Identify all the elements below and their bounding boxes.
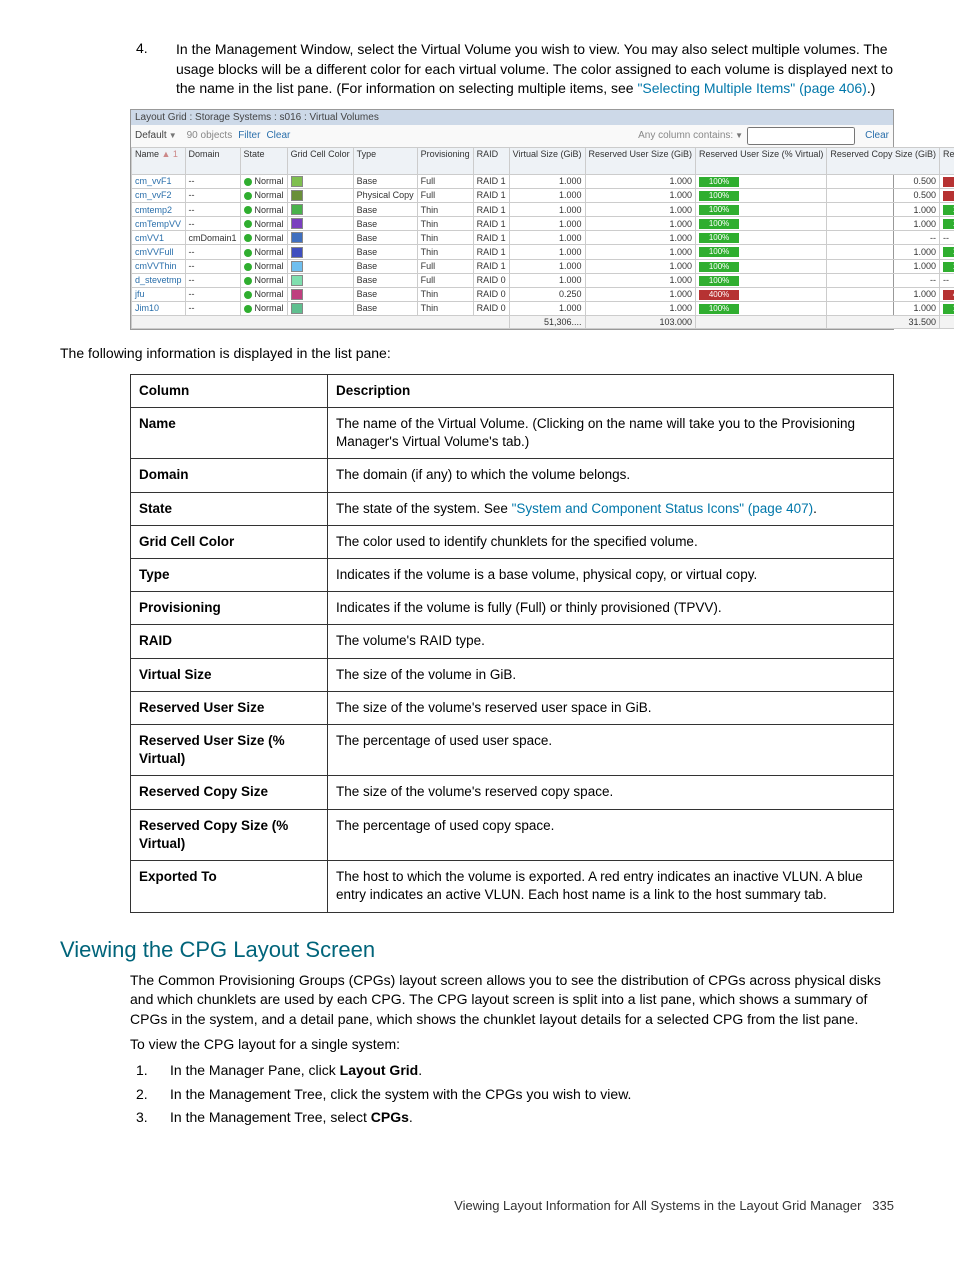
desc-row: Reserved User SizeThe size of the volume…	[131, 691, 894, 724]
screenshot-title: Layout Grid : Storage Systems : s016 : V…	[131, 110, 893, 125]
table-totals-row: 51,306.... 103.000 31.500	[132, 316, 954, 329]
desc-column-text: The name of the Virtual Volume. (Clickin…	[328, 407, 894, 458]
desc-header-description: Description	[328, 374, 894, 407]
column-header[interactable]: Domain	[185, 147, 240, 174]
desc-column-text: The color used to identify chunklets for…	[328, 525, 894, 558]
desc-row: Grid Cell ColorThe color used to identif…	[131, 525, 894, 558]
search-input[interactable]	[747, 127, 855, 145]
table-header-row: Name ▲ 1DomainStateGrid Cell ColorTypePr…	[132, 147, 954, 174]
desc-column-name: Reserved User Size	[131, 691, 328, 724]
desc-column-name: Reserved Copy Size (% Virtual)	[131, 809, 328, 860]
screenshot-virtual-volumes-grid: Layout Grid : Storage Systems : s016 : V…	[130, 109, 894, 330]
desc-column-text: The size of the volume's reserved copy s…	[328, 776, 894, 809]
column-header[interactable]: Reserved User Size (% Virtual)	[696, 147, 827, 174]
desc-header-column: Column	[131, 374, 328, 407]
desc-column-text: The volume's RAID type.	[328, 625, 894, 658]
desc-row: RAIDThe volume's RAID type.	[131, 625, 894, 658]
column-header[interactable]: State	[240, 147, 287, 174]
any-column-label: Any column contains:	[638, 130, 733, 141]
desc-column-text: The host to which the volume is exported…	[328, 861, 894, 912]
desc-row: ProvisioningIndicates if the volume is f…	[131, 592, 894, 625]
table-row[interactable]: d_stevetmp--NormalBaseFullRAID 01.0001.0…	[132, 273, 954, 287]
desc-column-name: Name	[131, 407, 328, 458]
filter-link[interactable]: Filter	[238, 130, 260, 141]
desc-column-text: The state of the system. See "System and…	[328, 492, 894, 525]
desc-row: StateThe state of the system. See "Syste…	[131, 492, 894, 525]
step-item: 1.In the Manager Pane, click Layout Grid…	[130, 1061, 894, 1081]
column-header[interactable]: Virtual Size (GiB)	[509, 147, 585, 174]
heading-viewing-cpg-layout: Viewing the CPG Layout Screen	[60, 937, 894, 963]
dropdown-icon: ▼	[735, 131, 743, 140]
table-row[interactable]: cmTempVV--NormalBaseThinRAID 11.0001.000…	[132, 217, 954, 231]
desc-column-name: Virtual Size	[131, 658, 328, 691]
column-header[interactable]: Grid Cell Color	[287, 147, 353, 174]
desc-column-text: The domain (if any) to which the volume …	[328, 459, 894, 492]
table-row[interactable]: Jim10--NormalBaseThinRAID 01.0001.000100…	[132, 301, 954, 315]
cpg-steps-intro: To view the CPG layout for a single syst…	[130, 1035, 894, 1055]
desc-row: Reserved User Size (% Virtual)The percen…	[131, 725, 894, 776]
desc-column-name: State	[131, 492, 328, 525]
table-row[interactable]: cmtemp2--NormalBaseThinRAID 11.0001.0001…	[132, 203, 954, 217]
desc-column-text: Indicates if the volume is a base volume…	[328, 558, 894, 591]
desc-column-text: The percentage of used copy space.	[328, 809, 894, 860]
dropdown-icon: ▼	[169, 131, 177, 140]
link-selecting-multiple-items[interactable]: "Selecting Multiple Items" (page 406)	[637, 80, 866, 96]
desc-column-name: Provisioning	[131, 592, 328, 625]
table-row[interactable]: cm_vvF2--NormalPhysical CopyFullRAID 11.…	[132, 188, 954, 202]
step-item: 3.In the Management Tree, select CPGs.	[130, 1108, 894, 1128]
object-count: 90 objects	[187, 130, 233, 141]
column-header[interactable]: Reserved Copy Size (% Virtual)	[939, 147, 954, 174]
desc-row: NameThe name of the Virtual Volume. (Cli…	[131, 407, 894, 458]
cpg-intro-paragraph: The Common Provisioning Groups (CPGs) la…	[130, 971, 894, 1030]
desc-row: Reserved Copy Size (% Virtual)The percen…	[131, 809, 894, 860]
desc-column-name: Reserved Copy Size	[131, 776, 328, 809]
desc-row: Exported ToThe host to which the volume …	[131, 861, 894, 912]
column-header[interactable]: Name ▲ 1	[132, 147, 186, 174]
following-info-text: The following information is displayed i…	[60, 344, 894, 364]
column-header[interactable]: RAID	[473, 147, 509, 174]
filter-default[interactable]: Default	[135, 130, 167, 141]
desc-row: Reserved Copy SizeThe size of the volume…	[131, 776, 894, 809]
column-header[interactable]: Provisioning	[417, 147, 473, 174]
column-header[interactable]: Type	[353, 147, 417, 174]
desc-column-name: Grid Cell Color	[131, 525, 328, 558]
desc-column-name: RAID	[131, 625, 328, 658]
step-item: 2.In the Management Tree, click the syst…	[130, 1085, 894, 1105]
desc-row: TypeIndicates if the volume is a base vo…	[131, 558, 894, 591]
table-row[interactable]: cmVV1cmDomain1NormalBaseThinRAID 11.0001…	[132, 231, 954, 245]
page-footer: Viewing Layout Information for All Syste…	[60, 1198, 894, 1213]
clear-link-1[interactable]: Clear	[266, 130, 290, 141]
page-number: 335	[872, 1198, 894, 1213]
desc-column-text: The percentage of used user space.	[328, 725, 894, 776]
desc-column-name: Reserved User Size (% Virtual)	[131, 725, 328, 776]
desc-row: Virtual SizeThe size of the volume in Gi…	[131, 658, 894, 691]
column-header[interactable]: Reserved User Size (GiB)	[585, 147, 696, 174]
step-4-number: 4.	[130, 40, 176, 99]
column-header[interactable]: Reserved Copy Size (GiB)	[827, 147, 940, 174]
clear-link-2[interactable]: Clear	[865, 130, 889, 141]
desc-column-name: Exported To	[131, 861, 328, 912]
table-row[interactable]: cmVVFull--NormalBaseThinRAID 11.0001.000…	[132, 245, 954, 259]
desc-column-name: Domain	[131, 459, 328, 492]
desc-row: DomainThe domain (if any) to which the v…	[131, 459, 894, 492]
footer-text: Viewing Layout Information for All Syste…	[454, 1198, 861, 1213]
table-row[interactable]: cm_vvF1--NormalBaseFullRAID 11.0001.0001…	[132, 174, 954, 188]
desc-column-text: The size of the volume in GiB.	[328, 658, 894, 691]
desc-column-name: Type	[131, 558, 328, 591]
column-description-table: Column Description NameThe name of the V…	[130, 374, 894, 913]
step-4: 4. In the Management Window, select the …	[130, 40, 894, 99]
desc-column-text: The size of the volume's reserved user s…	[328, 691, 894, 724]
step-4-text: In the Management Window, select the Vir…	[176, 40, 894, 99]
link-status-icons[interactable]: "System and Component Status Icons" (pag…	[512, 501, 814, 516]
desc-column-text: Indicates if the volume is fully (Full) …	[328, 592, 894, 625]
table-row[interactable]: cmVVThin--NormalBaseFullRAID 11.0001.000…	[132, 259, 954, 273]
table-row[interactable]: jfu--NormalBaseThinRAID 00.2501.000400%1…	[132, 287, 954, 301]
